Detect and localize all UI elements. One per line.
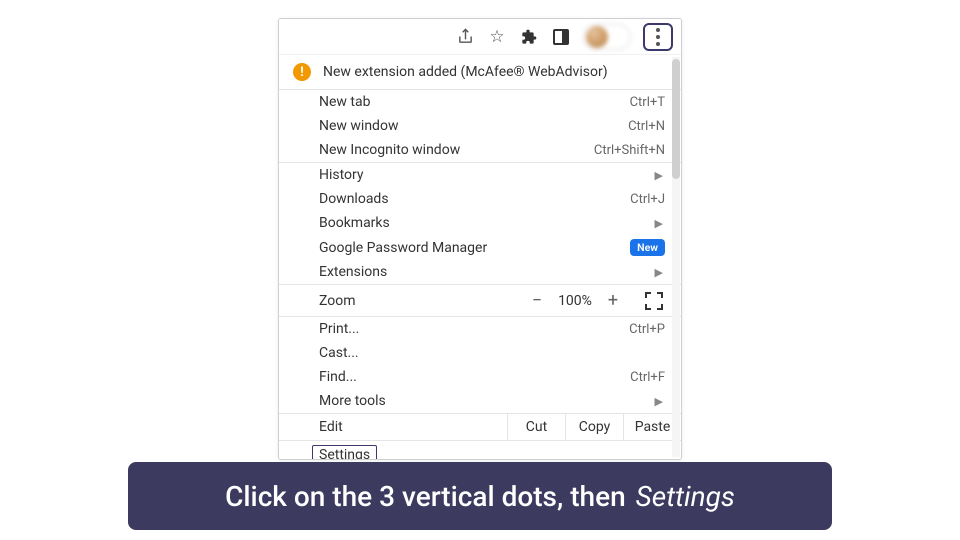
chrome-menu-window: ☆ ! New extension added (McAfee® WebAdvi…	[278, 18, 682, 460]
menu-label: New Incognito window	[319, 142, 594, 158]
zoom-out-button[interactable]: −	[523, 290, 551, 311]
menu-find[interactable]: Find... Ctrl+F	[279, 365, 681, 389]
menu-label: New window	[319, 118, 628, 134]
warning-icon: !	[293, 63, 311, 81]
menu-new-tab[interactable]: New tab Ctrl+T	[279, 90, 681, 114]
copy-button[interactable]: Copy	[565, 414, 623, 440]
menu-label: Print...	[319, 321, 629, 337]
caption-prefix: Click on the 3 vertical dots, then	[225, 480, 626, 513]
menu-label: Extensions	[319, 264, 655, 280]
instruction-caption: Click on the 3 vertical dots, then Setti…	[128, 462, 832, 530]
scrollbar[interactable]	[672, 57, 680, 457]
menu-settings[interactable]: Settings	[279, 441, 681, 459]
menu-extensions[interactable]: Extensions ▶	[279, 260, 681, 284]
cut-button[interactable]: Cut	[507, 414, 565, 440]
menu-shortcut: Ctrl+T	[630, 95, 665, 110]
chevron-right-icon: ▶	[655, 169, 665, 182]
menu-edit-row: Edit Cut Copy Paste	[279, 413, 681, 440]
share-icon[interactable]	[455, 27, 475, 47]
menu-more-tools[interactable]: More tools ▶	[279, 389, 681, 413]
browser-toolbar: ☆	[279, 19, 681, 55]
menu-new-incognito[interactable]: New Incognito window Ctrl+Shift+N	[279, 138, 681, 162]
menu-label: Settings	[319, 445, 665, 459]
new-badge: New	[630, 239, 665, 256]
menu-label: New tab	[319, 94, 630, 110]
menu-label: Bookmarks	[319, 215, 655, 231]
menu-print[interactable]: Print... Ctrl+P	[279, 317, 681, 341]
fullscreen-icon[interactable]	[645, 292, 663, 310]
chevron-right-icon: ▶	[655, 395, 665, 408]
menu-label: Cast...	[319, 345, 665, 361]
menu-zoom: Zoom − 100% +	[279, 285, 681, 316]
menu-history[interactable]: History ▶	[279, 163, 681, 187]
menu-shortcut: Ctrl+Shift+N	[594, 143, 665, 158]
menu-label: Find...	[319, 369, 630, 385]
chevron-right-icon: ▶	[655, 217, 665, 230]
edit-label: Edit	[279, 414, 507, 440]
menu-shortcut: Ctrl+J	[630, 192, 665, 207]
menu-label: History	[319, 167, 655, 183]
zoom-in-button[interactable]: +	[599, 290, 627, 311]
profile-chip[interactable]	[583, 24, 631, 50]
menu-label: Google Password Manager	[319, 240, 622, 256]
menu-shortcut: Ctrl+N	[628, 119, 665, 134]
zoom-value: 100%	[551, 293, 599, 309]
menu-new-window[interactable]: New window Ctrl+N	[279, 114, 681, 138]
chevron-right-icon: ▶	[655, 266, 665, 279]
menu-label: Downloads	[319, 191, 630, 207]
side-panel-icon[interactable]	[551, 27, 571, 47]
menu-button[interactable]	[643, 23, 673, 51]
caption-emph: Settings	[636, 480, 735, 513]
extension-notice[interactable]: ! New extension added (McAfee® WebAdviso…	[279, 55, 681, 89]
chrome-menu: ! New extension added (McAfee® WebAdviso…	[279, 55, 681, 459]
star-icon[interactable]: ☆	[487, 27, 507, 47]
notice-text: New extension added (McAfee® WebAdvisor)	[323, 64, 608, 80]
three-dots-icon	[656, 28, 660, 46]
menu-password-manager[interactable]: Google Password Manager New	[279, 235, 681, 260]
menu-cast[interactable]: Cast...	[279, 341, 681, 365]
settings-highlight: Settings	[312, 445, 377, 459]
zoom-label: Zoom	[319, 293, 523, 309]
menu-bookmarks[interactable]: Bookmarks ▶	[279, 211, 681, 235]
extensions-icon[interactable]	[519, 27, 539, 47]
menu-label: More tools	[319, 393, 655, 409]
menu-shortcut: Ctrl+P	[629, 322, 665, 337]
menu-shortcut: Ctrl+F	[630, 370, 665, 385]
scroll-thumb[interactable]	[672, 59, 680, 179]
menu-downloads[interactable]: Downloads Ctrl+J	[279, 187, 681, 211]
avatar-icon	[586, 26, 608, 48]
